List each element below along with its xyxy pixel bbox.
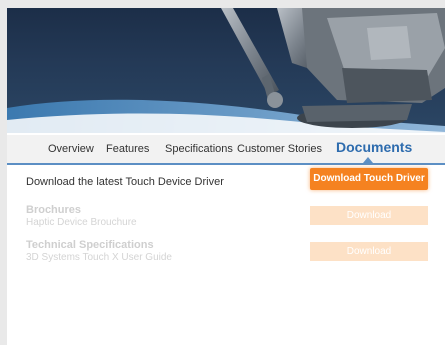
tech-specs-section: Technical Specifications 3D Systems Touc… [26, 239, 172, 263]
download-touch-driver-button[interactable]: Download Touch Driver [310, 168, 428, 190]
haptic-device-image [7, 8, 445, 133]
brochures-section: Brochures Haptic Device Brouchure [26, 204, 137, 228]
driver-description: Download the latest Touch Device Driver [26, 176, 224, 188]
section-title: Technical Specifications [26, 239, 154, 251]
tab-documents[interactable]: Documents [336, 139, 412, 155]
active-tab-indicator [363, 157, 373, 163]
document-link[interactable]: 3D Systems Touch X User Guide [26, 252, 172, 263]
download-user-guide-button[interactable]: Download [310, 242, 428, 261]
product-tabs: Overview Features Specifications Custome… [7, 135, 445, 165]
tab-specifications[interactable]: Specifications [165, 143, 233, 155]
tab-features[interactable]: Features [106, 143, 149, 155]
section-title: Brochures [26, 204, 82, 216]
download-brochure-button[interactable]: Download [310, 206, 428, 225]
product-page: Overview Features Specifications Custome… [7, 8, 445, 345]
tab-overview[interactable]: Overview [48, 143, 94, 155]
document-link[interactable]: Haptic Device Brouchure [26, 217, 137, 228]
hero-banner [7, 8, 445, 133]
tab-customer-stories[interactable]: Customer Stories [237, 143, 322, 155]
